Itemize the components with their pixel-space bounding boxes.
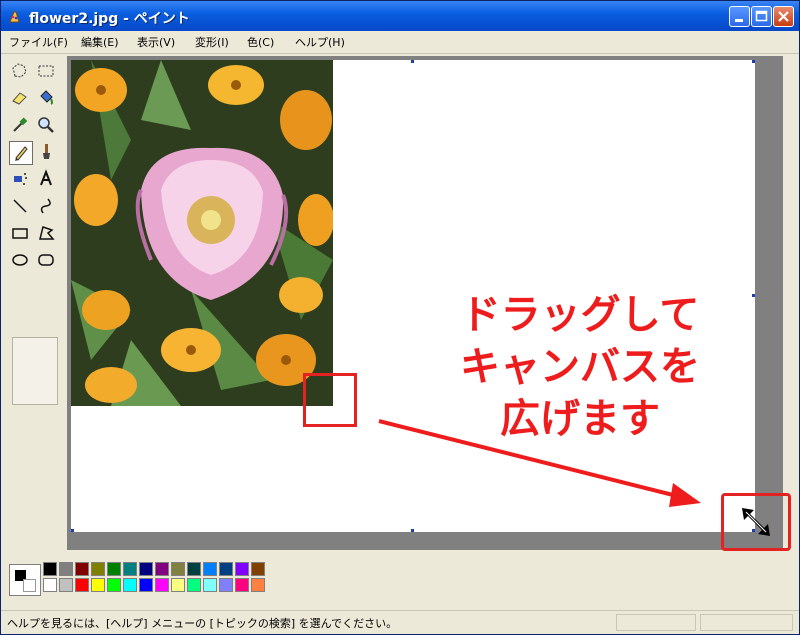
annotation-line-2: キャンバスを <box>460 344 700 390</box>
color-swatch[interactable] <box>203 562 217 576</box>
annotation-line-3: 広げます <box>500 396 660 442</box>
swatch-grid <box>43 562 283 594</box>
color-swatch[interactable] <box>91 578 105 592</box>
color-swatch[interactable] <box>219 562 233 576</box>
color-swatch[interactable] <box>187 578 201 592</box>
color-swatch[interactable] <box>123 562 137 576</box>
color-swatch[interactable] <box>59 562 73 576</box>
color-swatch[interactable] <box>75 578 89 592</box>
color-swatch[interactable] <box>107 578 121 592</box>
current-colors[interactable] <box>9 564 41 596</box>
status-bar: ヘルプを見るには、[ヘルプ] メニューの [トピックの検索] を選んでください。 <box>1 610 799 634</box>
background-color <box>23 579 36 592</box>
color-swatch[interactable] <box>219 578 233 592</box>
arrow-head-icon <box>669 483 701 507</box>
color-swatch[interactable] <box>123 578 137 592</box>
color-swatch[interactable] <box>91 562 105 576</box>
color-swatch[interactable] <box>43 578 57 592</box>
color-swatch[interactable] <box>235 562 249 576</box>
color-swatch[interactable] <box>43 562 57 576</box>
color-swatch[interactable] <box>139 578 153 592</box>
color-swatch[interactable] <box>235 578 249 592</box>
color-swatch[interactable] <box>187 562 201 576</box>
status-cell-size <box>700 614 793 631</box>
color-swatch[interactable] <box>75 562 89 576</box>
color-swatch[interactable] <box>171 562 185 576</box>
paint-window: flower2.jpg - ペイント ファイル(F) 編集(E) 表示(V) 変… <box>0 0 800 635</box>
color-swatch[interactable] <box>171 578 185 592</box>
color-swatch[interactable] <box>251 562 265 576</box>
color-swatch[interactable] <box>155 578 169 592</box>
color-swatch[interactable] <box>203 578 217 592</box>
color-swatch[interactable] <box>107 562 121 576</box>
status-text: ヘルプを見るには、[ヘルプ] メニューの [トピックの検索] を選んでください。 <box>7 617 398 630</box>
color-palette <box>1 552 799 608</box>
annotation-text: ドラッグして キャンバスを 広げます <box>455 289 705 445</box>
color-swatch[interactable] <box>155 562 169 576</box>
annotation-line-1: ドラッグして <box>460 292 700 338</box>
status-cell-position <box>616 614 696 631</box>
color-swatch[interactable] <box>139 562 153 576</box>
color-swatch[interactable] <box>59 578 73 592</box>
color-swatch[interactable] <box>251 578 265 592</box>
